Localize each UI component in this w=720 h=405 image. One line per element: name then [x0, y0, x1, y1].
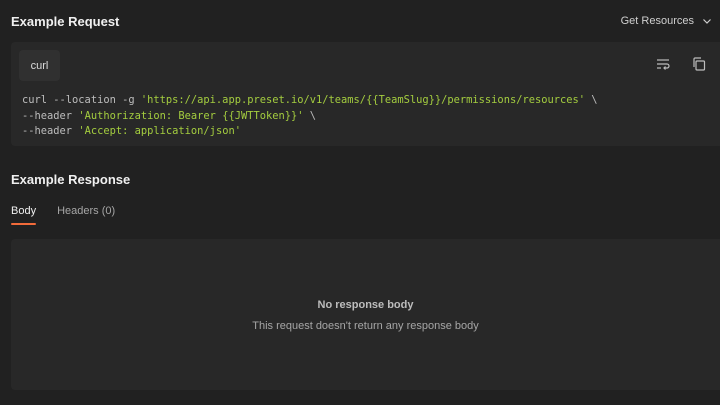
code-line1-continuation: \: [585, 94, 598, 106]
code-line2-continuation: \: [303, 109, 317, 122]
code-line3-command: --header: [22, 125, 79, 137]
code-line3-header: 'Accept: application/json': [78, 125, 241, 137]
documentation-page: Example Request Get Resources curl curl …: [0, 0, 720, 405]
code-line1-command: curl --location -g: [22, 94, 141, 106]
code-line2-header: 'Authorization: Bearer {{JWTToken}}': [78, 109, 304, 122]
empty-state-subtitle: This request doesn't return any response…: [252, 320, 479, 332]
chevron-down-icon: [703, 19, 711, 24]
copy-icon[interactable]: [691, 56, 707, 72]
tab-headers[interactable]: Headers (0): [57, 205, 115, 225]
curl-code-snippet[interactable]: curl --location -g 'https://api.app.pres…: [22, 93, 598, 140]
code-line2-command: --header: [22, 109, 79, 122]
example-response-title: Example Response: [11, 172, 131, 187]
wrap-lines-icon[interactable]: [655, 56, 671, 72]
request-selector-label: Get Resources: [620, 15, 694, 27]
empty-state-title: No response body: [317, 299, 414, 311]
response-body-panel: No response body This request doesn't re…: [11, 239, 720, 390]
code-line1-url: 'https://api.app.preset.io/v1/teams/{{Te…: [140, 94, 586, 106]
curl-language-tab[interactable]: curl: [19, 50, 60, 81]
response-tabs: Body Headers (0): [11, 205, 115, 225]
example-request-title: Example Request: [11, 14, 120, 29]
tab-body[interactable]: Body: [11, 205, 37, 225]
request-selector-dropdown[interactable]: Get Resources: [621, 13, 712, 29]
request-code-panel: curl curl --location -g 'https://api.app…: [11, 42, 720, 146]
